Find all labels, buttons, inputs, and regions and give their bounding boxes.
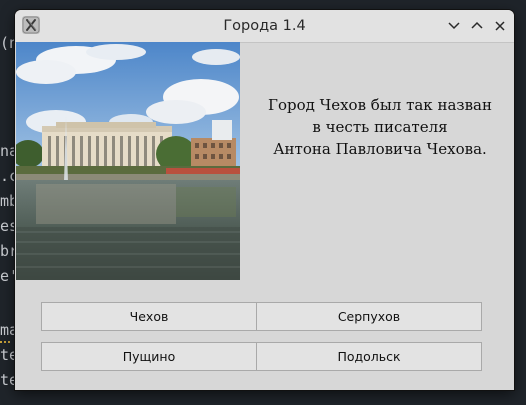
title-bar[interactable]: Города 1.4 (15, 10, 514, 43)
city-photo (16, 42, 240, 280)
window-title: Города 1.4 (223, 18, 306, 34)
pushchino-button[interactable]: Пущино (41, 342, 257, 371)
serpukhov-button[interactable]: Серпухов (256, 302, 482, 331)
close-button[interactable] (491, 17, 509, 35)
close-icon (495, 21, 505, 31)
chevron-down-icon (448, 22, 460, 30)
city-caption: Город Чехов был так назван в честь писат… (261, 94, 499, 160)
caption-line: Город Чехов был так назван (268, 96, 492, 114)
app-window: Города 1.4 Город Чехов был так назван в … (15, 10, 514, 390)
lint-underline (0, 338, 10, 343)
caption-line: Антона Павловича Чехова. (273, 140, 487, 158)
podolsk-button[interactable]: Подольск (256, 342, 482, 371)
minimize-button[interactable] (445, 17, 463, 35)
maximize-button[interactable] (468, 17, 486, 35)
chevron-up-icon (471, 21, 483, 29)
chekhov-button[interactable]: Чехов (41, 302, 257, 331)
caption-line: в честь писателя (312, 118, 448, 136)
